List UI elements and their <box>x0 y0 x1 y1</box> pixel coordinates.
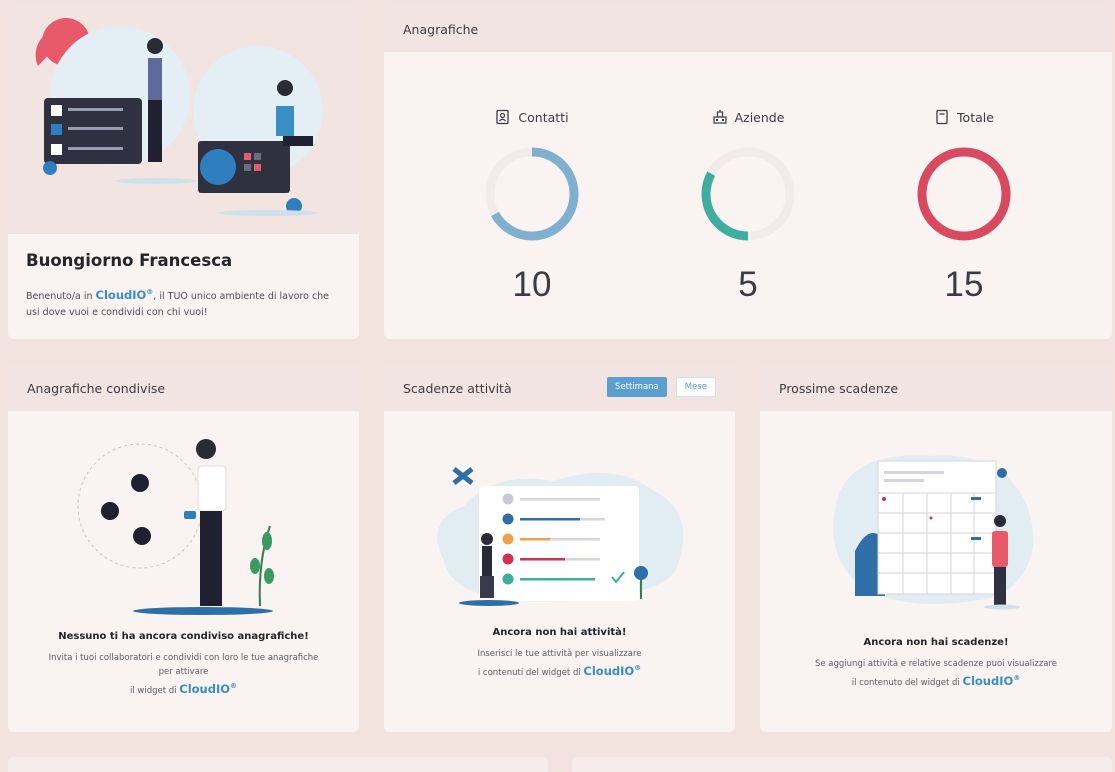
total-document-icon <box>936 109 948 125</box>
next-deadlines-empty-text-2-label: il contenuto del widget di <box>851 677 963 688</box>
deadlines-title: Scadenze attività <box>403 380 512 396</box>
contact-card-icon <box>496 109 510 125</box>
shared-empty-state: Nessuno ti ha ancora condiviso anagrafic… <box>8 631 359 698</box>
welcome-text-before: Benenuto/a in <box>26 290 96 302</box>
shared-empty-text: Invita i tuoi collaboratori e condividi … <box>28 651 339 698</box>
brand-label: CloudIO <box>95 287 147 302</box>
brand-label: CloudIO <box>962 673 1014 688</box>
deadlines-empty-text-1: Inserisci le tue attività per visualizza… <box>477 649 642 659</box>
next-deadlines-empty-text-1: Se aggiungi attività e relative scadenze… <box>814 659 1058 669</box>
brand-mark: ® <box>634 664 642 672</box>
ring-contatti <box>485 147 579 241</box>
brand-link: CloudIO® <box>583 664 641 678</box>
stat-totale-text: Totale <box>957 109 994 125</box>
stat-aziende-value: 5 <box>738 265 758 304</box>
brand-mark: ® <box>1013 674 1021 682</box>
period-toggle: Settimana Mese <box>607 377 716 397</box>
deadlines-empty-state: Ancora non hai attività! Inserisci le tu… <box>384 627 735 680</box>
welcome-illustration <box>8 6 359 234</box>
bottom-card-right <box>572 757 1112 772</box>
brand-label: CloudIO <box>583 663 635 678</box>
brand-link: CloudIO® <box>963 674 1021 688</box>
brand-link: CloudIO® <box>179 682 237 696</box>
brand-mark: ® <box>230 682 238 690</box>
stat-aziende-label: Aziende <box>678 107 818 127</box>
deadlines-header: Scadenze attività Settimana Mese <box>384 365 735 411</box>
next-deadlines-empty-text: Se aggiungi attività e relative scadenze… <box>780 657 1092 690</box>
brand-label: CloudIO <box>179 681 231 696</box>
stat-totale-label: Totale <box>894 107 1034 127</box>
anagrafiche-card: Anagrafiche Contatti 10 Aziende 5 Totale… <box>384 6 1112 339</box>
stat-contatti-value: 10 <box>512 265 552 304</box>
anagrafiche-stats: Contatti 10 Aziende 5 Totale 15 <box>384 107 1112 305</box>
deadlines-illustration <box>437 467 684 606</box>
ring-totale <box>917 147 1011 241</box>
stat-aziende[interactable]: Aziende 5 <box>678 107 818 305</box>
stat-aziende-text: Aziende <box>734 109 785 125</box>
stat-totale-value: 15 <box>944 265 984 304</box>
month-button[interactable]: Mese <box>675 377 716 397</box>
next-deadlines-header: Prossime scadenze <box>760 365 1112 411</box>
stat-contatti[interactable]: Contatti 10 <box>462 107 602 305</box>
shared-empty-text-3-label: il widget di <box>129 685 180 696</box>
shared-empty-text-3: il widget di CloudIO® <box>28 679 339 698</box>
company-building-icon <box>712 110 727 124</box>
greeting-title: Buongiorno Francesca <box>26 251 233 270</box>
stat-contatti-text: Contatti <box>518 109 569 125</box>
bottom-card-left <box>8 757 548 772</box>
next-deadlines-illustration <box>833 455 1034 610</box>
shared-header: Anagrafiche condivise <box>8 365 359 411</box>
next-deadlines-card: Prossime scadenze Ancora non hai scadenz… <box>760 365 1112 732</box>
shared-illustration <box>77 439 274 615</box>
deadlines-empty-text-2-label: i contenuti del widget di <box>477 667 584 678</box>
shared-empty-text-1: Invita i tuoi collaboratori e condividi … <box>48 653 319 663</box>
deadlines-card: Scadenze attività Settimana Mese Ancora … <box>384 365 735 732</box>
deadlines-empty-text-2: i contenuti del widget di CloudIO® <box>404 661 715 680</box>
ring-totale-arc <box>917 147 1011 241</box>
ring-aziende <box>701 147 795 241</box>
next-deadlines-empty-text-2: il contenuto del widget di CloudIO® <box>780 671 1092 690</box>
anagrafiche-header: Anagrafiche <box>384 6 1112 52</box>
deadlines-empty-text: Inserisci le tue attività per visualizza… <box>404 647 715 680</box>
welcome-text: Benenuto/a in CloudIO®, il TUO unico amb… <box>26 284 341 321</box>
stat-contatti-label: Contatti <box>462 107 602 127</box>
week-button[interactable]: Settimana <box>607 377 667 397</box>
next-deadlines-empty-title: Ancora non hai scadenze! <box>863 637 1009 648</box>
shared-card: Anagrafiche condivise Nessuno ti ha anco… <box>8 365 359 732</box>
stat-totale[interactable]: Totale 15 <box>894 107 1034 305</box>
deadlines-empty-title: Ancora non hai attività! <box>492 627 627 638</box>
shared-empty-text-2: per attivare <box>158 667 209 677</box>
brand-name: CloudIO® <box>96 288 154 302</box>
welcome-card: Buongiorno Francesca Benenuto/a in Cloud… <box>8 6 359 339</box>
shared-empty-title: Nessuno ti ha ancora condiviso anagrafic… <box>58 631 309 642</box>
next-deadlines-empty-state: Ancora non hai scadenze! Se aggiungi att… <box>760 637 1112 690</box>
